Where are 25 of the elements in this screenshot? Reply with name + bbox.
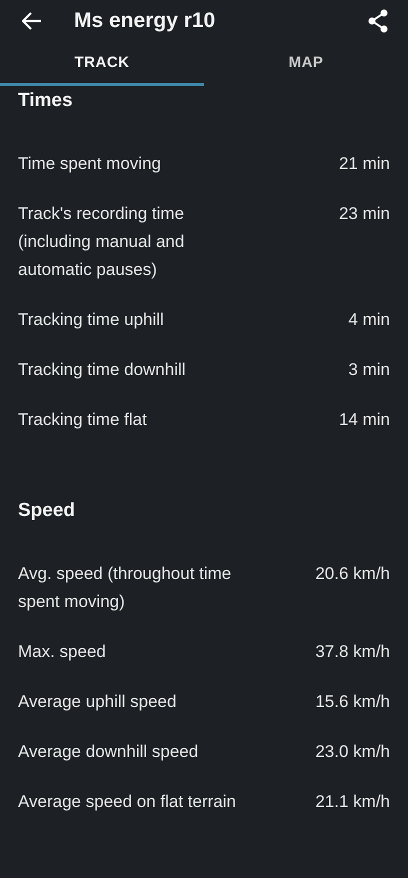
stat-value: 20.6 km/h: [315, 563, 390, 585]
stat-value: 23 min: [338, 203, 390, 225]
stat-label: Average uphill speed: [18, 691, 176, 713]
stat-label: Tracking time flat: [18, 409, 147, 431]
stat-value: 37.8 km/h: [315, 641, 390, 663]
stat-value: 3 min: [348, 359, 390, 381]
section-title: Speed: [18, 500, 76, 522]
stat-label: Avg. speed (throughout time spent moving): [18, 563, 232, 613]
stat-value: 14 min: [338, 409, 390, 431]
stat-label: Average speed on flat terrain: [18, 791, 236, 813]
stat-value: 21.1 km/h: [315, 791, 390, 813]
stat-value: 15.6 km/h: [315, 691, 390, 713]
stat-value: 23.0 km/h: [315, 741, 390, 763]
stat-value: 4 min: [348, 309, 390, 331]
tab[interactable]: TRACK: [0, 42, 204, 86]
stat-label: Time spent moving: [18, 153, 161, 175]
stat-label: Tracking time uphill: [18, 309, 164, 331]
stat-label: Average downhill speed: [18, 741, 198, 763]
stat-label: Track's recording time (including manual and automatic pauses): [18, 203, 186, 281]
stat-label: Tracking time downhill: [18, 359, 186, 381]
screen-title: Ms energy r10: [74, 8, 216, 33]
stat-label: Max. speed: [18, 641, 106, 663]
section-title: Times: [18, 90, 74, 112]
stat-value: 21 min: [338, 153, 390, 175]
tab[interactable]: MAP: [204, 42, 408, 86]
